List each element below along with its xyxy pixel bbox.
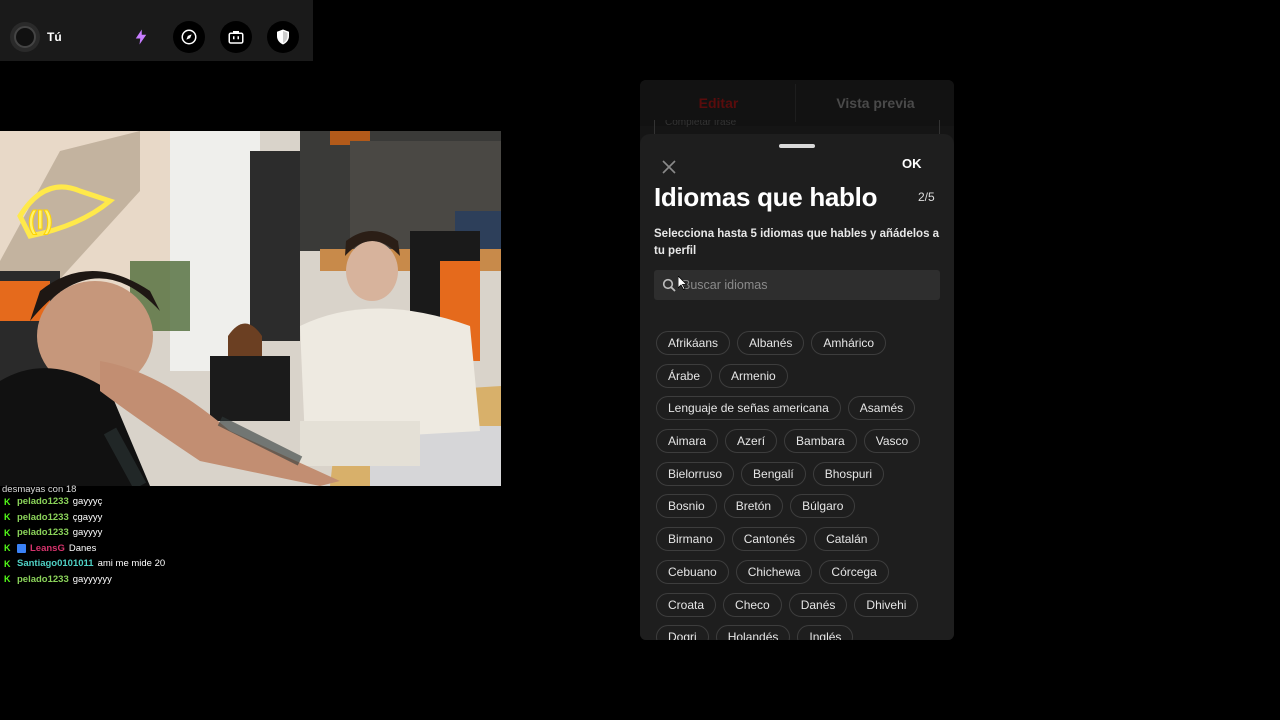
chat-text: ami me mide 20 [97, 558, 166, 569]
chat-message: K Santiago0101011 ami me mide 20 [0, 556, 330, 572]
language-chip[interactable]: Dogri [656, 625, 709, 640]
language-chip[interactable]: Amhárico [811, 331, 887, 355]
subscriber-badge-icon [17, 543, 26, 553]
language-chip[interactable]: Azerí [725, 429, 778, 454]
ok-button[interactable]: OK [902, 156, 922, 171]
stream-video: (l) [0, 131, 501, 486]
chip-row: Afrikáans Albanés Amhárico [656, 331, 946, 364]
language-search[interactable] [654, 270, 940, 300]
language-chip[interactable]: Holandés [715, 625, 791, 640]
language-chip[interactable]: Croata [656, 592, 717, 617]
chip-row: Croata Checo Danés Dhivehi [656, 592, 946, 626]
language-chip[interactable]: Cebuano [656, 559, 729, 584]
user-avatar[interactable] [10, 22, 40, 52]
chat-message: K pelado1233 gayyyç [0, 494, 330, 510]
chat-text: gayyyyyy [72, 573, 112, 585]
language-chip[interactable]: Bhospuri [812, 461, 885, 486]
language-chip[interactable]: Armenio [719, 363, 788, 388]
kick-badge-icon: K [4, 543, 11, 554]
chat-username[interactable]: LeansG [30, 541, 65, 557]
language-chip[interactable]: Chichewa [735, 559, 813, 584]
svg-text:(l): (l) [28, 205, 53, 235]
explore-button[interactable] [173, 21, 205, 53]
work-button[interactable] [220, 21, 252, 53]
chat-text: çgayyy [72, 511, 103, 523]
phone-screen: Editar Vista previa Completar frase OK I… [640, 80, 954, 640]
language-chip[interactable]: Bielorruso [656, 461, 735, 486]
sheet-title: Idiomas que hablo [654, 182, 878, 212]
language-chip[interactable]: Afrikáans [656, 331, 731, 355]
shield-icon [277, 29, 289, 45]
search-icon [662, 278, 676, 292]
language-chip[interactable]: Bambara [784, 429, 857, 454]
kick-badge-icon: K [4, 512, 11, 523]
sheet-drag-handle[interactable] [779, 144, 815, 148]
chip-row: Dogri Holandés Inglés [656, 625, 946, 640]
chip-row: Lenguaje de señas americana Asamés [656, 396, 946, 429]
chat-text: gayyyy [72, 527, 103, 538]
chat-message: K LeansG Danes [0, 541, 330, 557]
language-chip[interactable]: Búlgaro [790, 494, 856, 519]
chip-row: Aimara Azerí Bambara Vasco [656, 429, 946, 462]
chat-cut-line: desmayas con 18 [2, 484, 77, 494]
chat-username[interactable]: pelado1233 [17, 572, 69, 588]
language-chip[interactable]: Bosnio [656, 494, 717, 519]
language-chip[interactable]: Bretón [723, 494, 784, 519]
language-chip[interactable]: Inglés [797, 625, 854, 640]
kick-badge-icon: K [4, 496, 11, 507]
language-chip[interactable]: Lenguaje de señas americana [656, 396, 841, 421]
kick-badge-icon: K [4, 558, 11, 569]
compass-icon [181, 29, 197, 45]
language-chip[interactable]: Aimara [656, 429, 719, 454]
chat-username[interactable]: pelado1233 [17, 494, 69, 510]
chat-username[interactable]: pelado1233 [17, 510, 69, 526]
chat-overlay: desmayas con 18 K pelado1233 gayyyç K pe… [0, 482, 330, 587]
language-chip[interactable]: Albanés [737, 331, 805, 355]
chip-row: Cebuano Chichewa Córcega [656, 559, 946, 593]
chip-row: Árabe Armenio [656, 363, 946, 397]
user-name: Tú [47, 30, 62, 44]
language-chip[interactable]: Árabe [656, 363, 713, 388]
chat-username[interactable]: Santiago0101011 [17, 556, 94, 572]
mouse-cursor-icon [678, 276, 688, 290]
language-chip[interactable]: Checo [723, 592, 782, 617]
chat-username[interactable]: pelado1233 [17, 525, 69, 541]
chip-row: Bielorruso Bengalí Bhospuri [656, 461, 946, 495]
chip-row: Bosnio Bretón Búlgaro [656, 494, 946, 527]
chat-text: gayyyç [72, 496, 103, 507]
chat-message: K pelado1233 çgayyy [0, 510, 330, 526]
language-chip[interactable]: Catalán [814, 527, 880, 552]
chat-message: K pelado1233 gayyyyyy [0, 572, 330, 588]
chat-message: K pelado1233 gayyyy [0, 525, 330, 541]
language-chip[interactable]: Córcega [819, 559, 889, 584]
close-button[interactable] [660, 158, 678, 176]
kick-badge-icon: K [4, 574, 11, 585]
languages-sheet: OK Idiomas que hablo 2/5 Selecciona hast… [640, 134, 954, 640]
tab-divider [795, 84, 796, 122]
language-search-input[interactable] [682, 278, 922, 292]
close-icon [662, 160, 676, 174]
language-chip-list: Afrikáans Albanés Amhárico Árabe Armenio… [656, 331, 946, 640]
boost-button[interactable] [125, 21, 157, 53]
sheet-subtitle: Selecciona hasta 5 idiomas que hables y … [654, 228, 940, 257]
stream-scene-image: (l) [0, 131, 501, 486]
language-chip[interactable]: Cantonés [731, 527, 808, 552]
chip-row: Birmano Cantonés Catalán [656, 527, 946, 560]
kick-badge-icon: K [4, 527, 11, 538]
background-prompt-field: Completar frase [654, 120, 940, 134]
language-chip[interactable]: Asamés [847, 396, 916, 421]
lightning-icon [135, 29, 147, 45]
language-chip[interactable]: Danés [788, 592, 848, 617]
chat-text: Danes [68, 542, 97, 554]
selection-counter: 2/5 [918, 190, 935, 204]
briefcase-icon [228, 31, 244, 44]
language-chip[interactable]: Dhivehi [854, 592, 919, 617]
safety-button[interactable] [267, 21, 299, 53]
screen: Tú (l) desmayas con 18 K pelado1233 gayy… [0, 0, 1280, 720]
language-chip[interactable]: Birmano [656, 527, 725, 552]
language-chip[interactable]: Bengalí [741, 461, 806, 486]
language-chip[interactable]: Vasco [863, 429, 921, 454]
top-toolbar: Tú [0, 0, 313, 61]
